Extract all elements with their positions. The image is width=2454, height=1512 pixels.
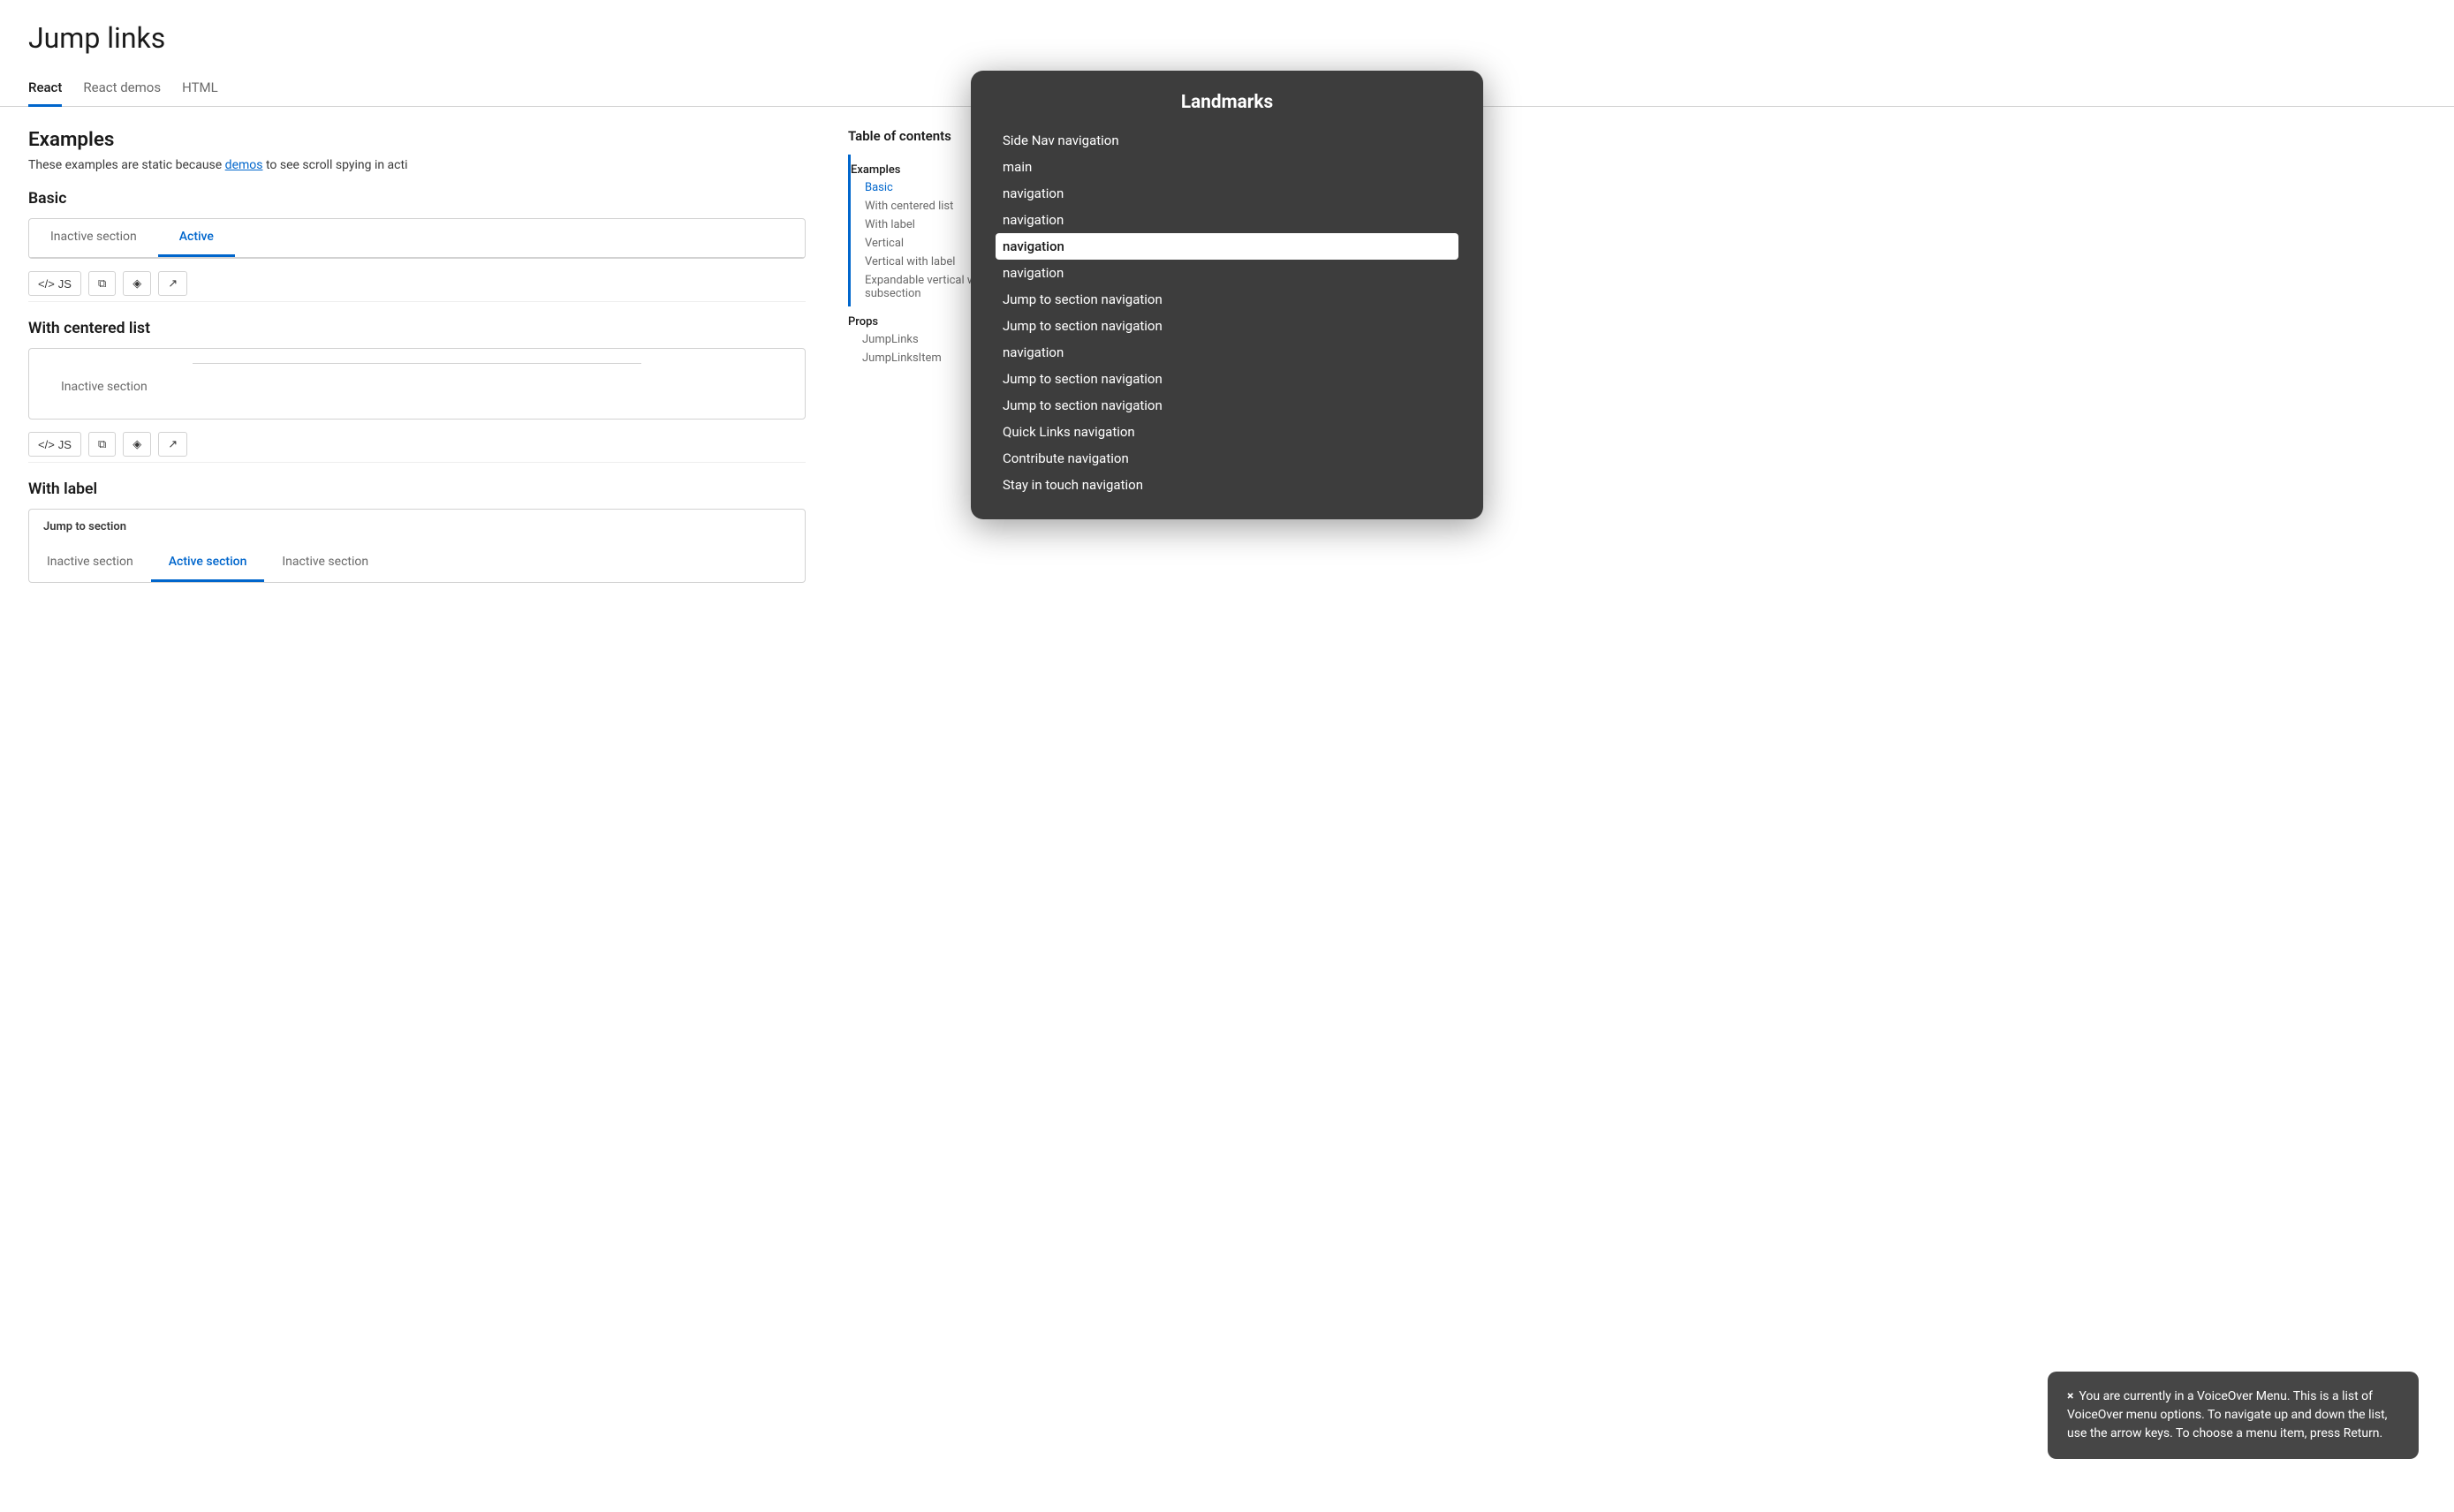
vo-text: You are currently in a VoiceOver Menu. T…: [2067, 1389, 2387, 1440]
modal-item-9[interactable]: Jump to section navigation: [996, 366, 1458, 392]
modal-item-7[interactable]: Jump to section navigation: [996, 313, 1458, 339]
modal-item-2[interactable]: navigation: [996, 180, 1458, 207]
modal-item-12[interactable]: Contribute navigation: [996, 445, 1458, 472]
modal-item-11[interactable]: Quick Links navigation: [996, 419, 1458, 445]
modal-item-5[interactable]: navigation: [996, 260, 1458, 286]
landmarks-modal: Landmarks Side Nav navigation main navig…: [971, 71, 1483, 519]
modal-item-4[interactable]: navigation: [996, 233, 1458, 260]
modal-item-6[interactable]: Jump to section navigation: [996, 286, 1458, 313]
voiceover-tooltip: ×You are currently in a VoiceOver Menu. …: [2048, 1372, 2419, 1459]
vo-close-button[interactable]: ×: [2067, 1387, 2073, 1406]
page-wrapper: Jump links React React demos HTML Exampl…: [0, 0, 2454, 1512]
modal-item-0[interactable]: Side Nav navigation: [996, 127, 1458, 154]
modal-item-1[interactable]: main: [996, 154, 1458, 180]
modal-item-10[interactable]: Jump to section navigation: [996, 392, 1458, 419]
modal-item-3[interactable]: navigation: [996, 207, 1458, 233]
modal-list: Side Nav navigation main navigation navi…: [996, 127, 1458, 498]
modal-title: Landmarks: [996, 92, 1458, 113]
modal-item-13[interactable]: Stay in touch navigation: [996, 472, 1458, 498]
modal-item-8[interactable]: navigation: [996, 339, 1458, 366]
modal-overlay: Landmarks Side Nav navigation main navig…: [0, 0, 2454, 1512]
